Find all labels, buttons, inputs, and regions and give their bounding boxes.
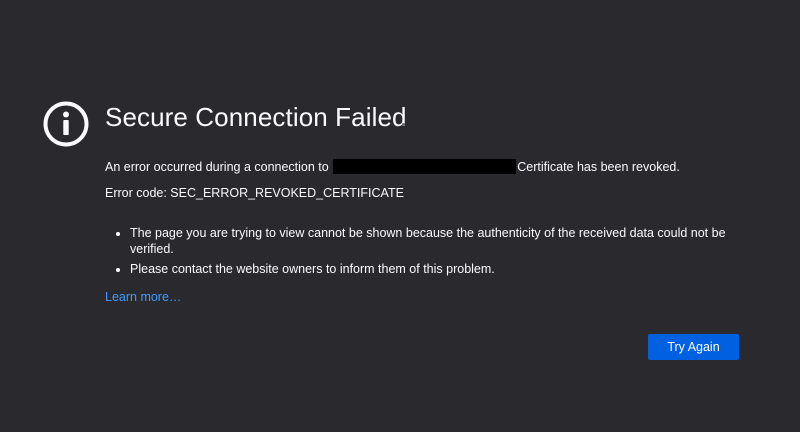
- learn-more-link[interactable]: Learn more…: [105, 290, 181, 304]
- list-item: Please contact the website owners to inf…: [130, 261, 770, 277]
- error-page: Secure Connection Failed An error occurr…: [0, 0, 800, 432]
- decorative-dot: [402, 123, 405, 126]
- page-title: Secure Connection Failed: [105, 102, 407, 132]
- intro-prefix: An error occurred during a connection to: [105, 160, 329, 174]
- intro-suffix: Certificate has been revoked.: [517, 160, 680, 174]
- info-circle-icon: [43, 101, 89, 147]
- try-again-button[interactable]: Try Again: [648, 334, 739, 360]
- list-item: The page you are trying to view cannot b…: [130, 225, 770, 257]
- redacted-host: [333, 159, 517, 174]
- error-details-list: The page you are trying to view cannot b…: [105, 225, 770, 281]
- error-description: An error occurred during a connection to…: [105, 159, 680, 174]
- error-code: Error code: SEC_ERROR_REVOKED_CERTIFICAT…: [105, 186, 404, 200]
